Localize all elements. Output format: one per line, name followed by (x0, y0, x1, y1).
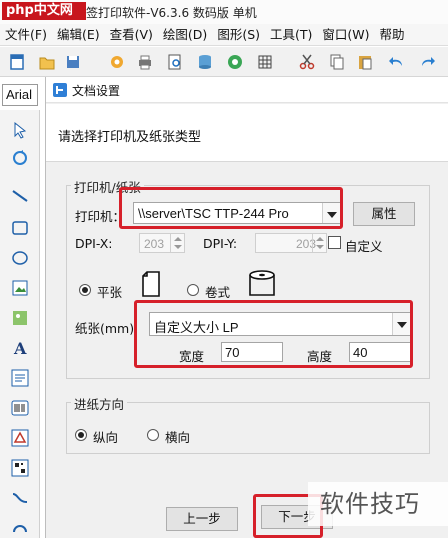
cut-icon[interactable] (298, 53, 316, 71)
save-icon[interactable] (64, 53, 82, 71)
arc-icon[interactable] (10, 516, 30, 536)
menu-bar: 文件(F) 编辑(E) 查看(V) 绘图(D) 图形(S) 工具(T) 窗口(W… (0, 24, 448, 46)
rich-text-icon[interactable] (10, 368, 30, 388)
roll-radio[interactable] (187, 284, 199, 296)
main-toolbar (0, 47, 448, 77)
sheet-radio[interactable] (79, 284, 91, 296)
menu-tools[interactable]: 工具(T) (265, 24, 317, 45)
undo-icon[interactable] (388, 53, 406, 71)
text-icon[interactable]: A (10, 338, 30, 358)
menu-edit[interactable]: 编辑(E) (52, 24, 105, 45)
rectangle-icon[interactable] (10, 218, 30, 238)
printer-highlight-box (119, 187, 343, 229)
new-file-icon[interactable] (8, 53, 26, 71)
landscape-label: 横向 (165, 430, 191, 445)
dpiy-spin-arrows[interactable] (312, 234, 326, 252)
print-preview-icon[interactable] (166, 53, 184, 71)
line-icon[interactable] (10, 186, 30, 206)
database-icon[interactable] (196, 53, 214, 71)
dpiy-label: DPI-Y: (203, 236, 238, 251)
dialog-header: 请选择打印机及纸张类型 (46, 104, 448, 162)
font-name-box[interactable]: Arial (2, 84, 38, 106)
roll-paper-icon (249, 270, 275, 296)
settings-gear-icon[interactable] (108, 53, 126, 71)
dialog-title: 文档设置 (72, 84, 121, 98)
menu-window[interactable]: 窗口(W) (317, 24, 374, 45)
pointer-icon[interactable] (10, 120, 30, 140)
previous-step-button[interactable]: 上一步 (166, 507, 238, 531)
svg-text:A: A (13, 339, 27, 358)
printer-label: 打印机： (75, 209, 126, 224)
grid-icon[interactable] (256, 53, 274, 71)
open-folder-icon[interactable] (38, 53, 56, 71)
triangle-icon[interactable] (10, 428, 30, 448)
printer-properties-button[interactable]: 属性 (353, 202, 415, 226)
dpix-label: DPI-X: (75, 236, 113, 251)
dialog-title-bar: 文档设置 (46, 77, 448, 103)
custom-dpi-label: 自定义 (345, 239, 383, 254)
menu-draw[interactable]: 绘图(D) (158, 24, 212, 45)
document-settings-icon (53, 83, 67, 97)
portrait-label: 纵向 (93, 430, 119, 445)
barcode-icon[interactable] (10, 398, 30, 418)
drawing-toolbar: A (0, 110, 40, 538)
paper-size-label: 纸张(mm) (75, 321, 135, 336)
paper-highlight-box (134, 300, 413, 368)
menu-file[interactable]: 文件(F) (0, 24, 52, 45)
roll-label: 卷式 (205, 285, 231, 300)
redo-icon[interactable] (418, 53, 436, 71)
menu-view[interactable]: 查看(V) (105, 24, 158, 45)
sheet-label: 平张 (97, 285, 123, 300)
title-bar: php中文网 签打印软件-V6.3.6 数码版 单机 (0, 0, 448, 24)
cube-icon[interactable] (226, 53, 244, 71)
paste-icon[interactable] (356, 53, 374, 71)
sheet-paper-icon (142, 271, 160, 297)
curve-icon[interactable] (10, 488, 30, 508)
picture-icon[interactable] (10, 308, 30, 328)
image-icon[interactable] (10, 278, 30, 298)
orientation-group: 进纸方向 纵向 横向 (66, 394, 430, 454)
menu-shape[interactable]: 图形(S) (212, 24, 265, 45)
orientation-group-label: 进纸方向 (71, 394, 128, 413)
print-icon[interactable] (136, 53, 154, 71)
ellipse-icon[interactable] (10, 248, 30, 268)
site-watermark-logo: php中文网 (2, 2, 86, 20)
copy-icon[interactable] (328, 53, 346, 71)
rotate-icon[interactable] (10, 148, 30, 168)
portrait-radio[interactable] (75, 429, 87, 441)
menu-help[interactable]: 帮助 (375, 24, 410, 45)
window-title: 签打印软件-V6.3.6 数码版 单机 (86, 6, 257, 20)
watermark-text: 软件技巧 (308, 482, 448, 526)
custom-dpi-checkbox[interactable] (328, 236, 341, 249)
landscape-radio[interactable] (147, 429, 159, 441)
dpix-value: 203 (144, 237, 165, 251)
dpix-spinner[interactable]: 203 (139, 233, 185, 253)
dpix-spin-arrows[interactable] (170, 234, 184, 252)
dpiy-spinner[interactable]: 203 (255, 233, 327, 253)
qrcode-icon[interactable] (10, 458, 30, 478)
dialog-prompt: 请选择打印机及纸张类型 (58, 130, 202, 145)
